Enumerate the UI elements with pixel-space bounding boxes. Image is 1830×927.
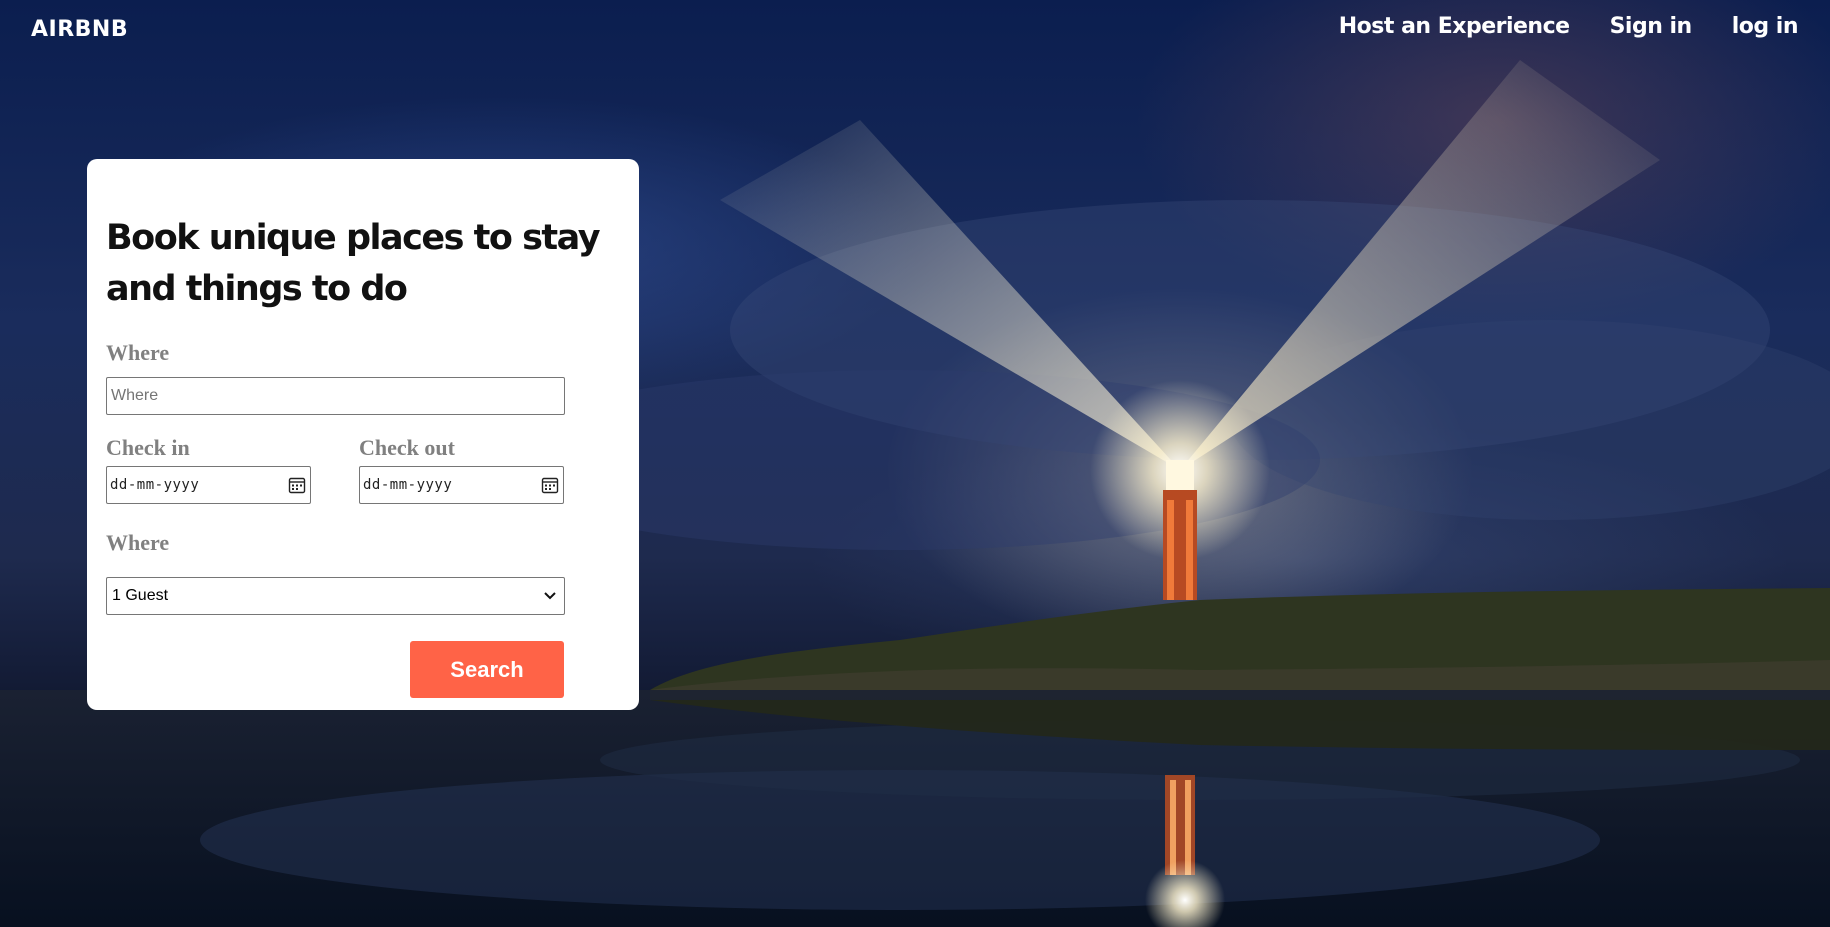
checkout-value: dd-mm-yyyy <box>363 477 453 493</box>
guests-selected: 1 Guest <box>112 587 169 604</box>
brand-logo[interactable]: AIRBNB <box>31 17 128 42</box>
checkout-label: Check out <box>359 435 455 460</box>
booking-title: Book unique places to stay and things to… <box>106 218 601 309</box>
calendar-icon[interactable] <box>541 476 559 494</box>
guests-label: Where <box>106 530 170 555</box>
top-nav: Host an Experience Sign in log in <box>1339 14 1799 39</box>
checkin-label: Check in <box>106 435 190 460</box>
booking-card: Book unique places to stay and things to… <box>87 159 639 710</box>
nav-host-experience[interactable]: Host an Experience <box>1339 14 1570 39</box>
checkin-value: dd-mm-yyyy <box>110 477 200 493</box>
nav-log-in[interactable]: log in <box>1732 14 1799 39</box>
checkin-date-input[interactable]: dd-mm-yyyy <box>106 466 311 504</box>
calendar-icon[interactable] <box>288 476 306 494</box>
checkout-date-input[interactable]: dd-mm-yyyy <box>359 466 564 504</box>
where-label: Where <box>106 340 170 365</box>
guests-select[interactable]: 1 Guest <box>106 577 565 615</box>
where-placeholder: Where <box>111 387 159 404</box>
chevron-down-icon <box>544 592 556 600</box>
search-button[interactable]: Search <box>410 641 564 698</box>
where-input[interactable]: Where <box>106 377 565 415</box>
nav-sign-in[interactable]: Sign in <box>1610 14 1693 39</box>
